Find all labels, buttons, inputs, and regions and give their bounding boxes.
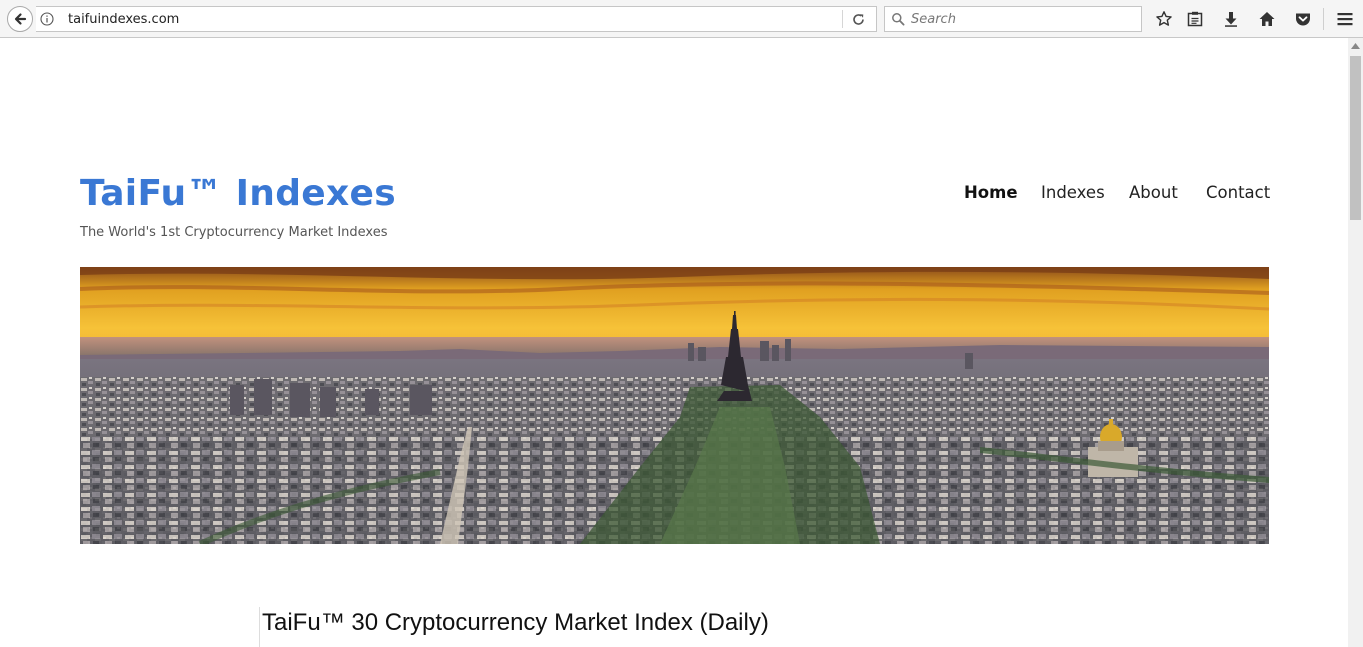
reading-list-icon[interactable] bbox=[1186, 10, 1204, 28]
page-scrollbar[interactable] bbox=[1348, 38, 1363, 647]
reload-icon[interactable] bbox=[851, 12, 866, 27]
header-image bbox=[80, 267, 1269, 544]
site-title[interactable]: TaiFu™ Indexes bbox=[80, 173, 396, 214]
content-left-border bbox=[259, 607, 260, 647]
pocket-icon[interactable] bbox=[1294, 10, 1312, 28]
back-button[interactable] bbox=[7, 6, 33, 32]
nav-item-about[interactable]: About bbox=[1129, 183, 1178, 202]
site-description: The World's 1st Cryptocurrency Market In… bbox=[80, 225, 388, 240]
scroll-thumb[interactable] bbox=[1350, 56, 1361, 220]
menu-icon[interactable] bbox=[1336, 10, 1354, 28]
scroll-up-button[interactable] bbox=[1348, 38, 1363, 54]
urlbar-divider bbox=[842, 10, 843, 28]
entry-title: TaiFu™ 30 Cryptocurrency Market Index (D… bbox=[262, 609, 769, 636]
home-icon[interactable] bbox=[1258, 10, 1276, 28]
search-placeholder: Search bbox=[911, 12, 956, 27]
toolbar-divider bbox=[1323, 8, 1324, 30]
back-arrow-icon bbox=[14, 13, 27, 25]
nav-item-indexes[interactable]: Indexes bbox=[1041, 183, 1105, 202]
search-bar[interactable]: Search bbox=[884, 6, 1142, 32]
download-icon[interactable] bbox=[1222, 10, 1240, 28]
bookmark-star-icon[interactable] bbox=[1155, 10, 1173, 28]
address-bar[interactable]: taifuindexes.com bbox=[36, 6, 877, 32]
url-text[interactable]: taifuindexes.com bbox=[68, 12, 179, 27]
nav-item-home[interactable]: Home bbox=[964, 183, 1018, 202]
browser-toolbar: taifuindexes.com Search bbox=[0, 0, 1363, 38]
nav-item-contact[interactable]: Contact bbox=[1206, 183, 1270, 202]
search-icon bbox=[892, 13, 905, 26]
chevron-up-icon bbox=[1351, 43, 1360, 49]
info-icon[interactable] bbox=[40, 12, 54, 26]
